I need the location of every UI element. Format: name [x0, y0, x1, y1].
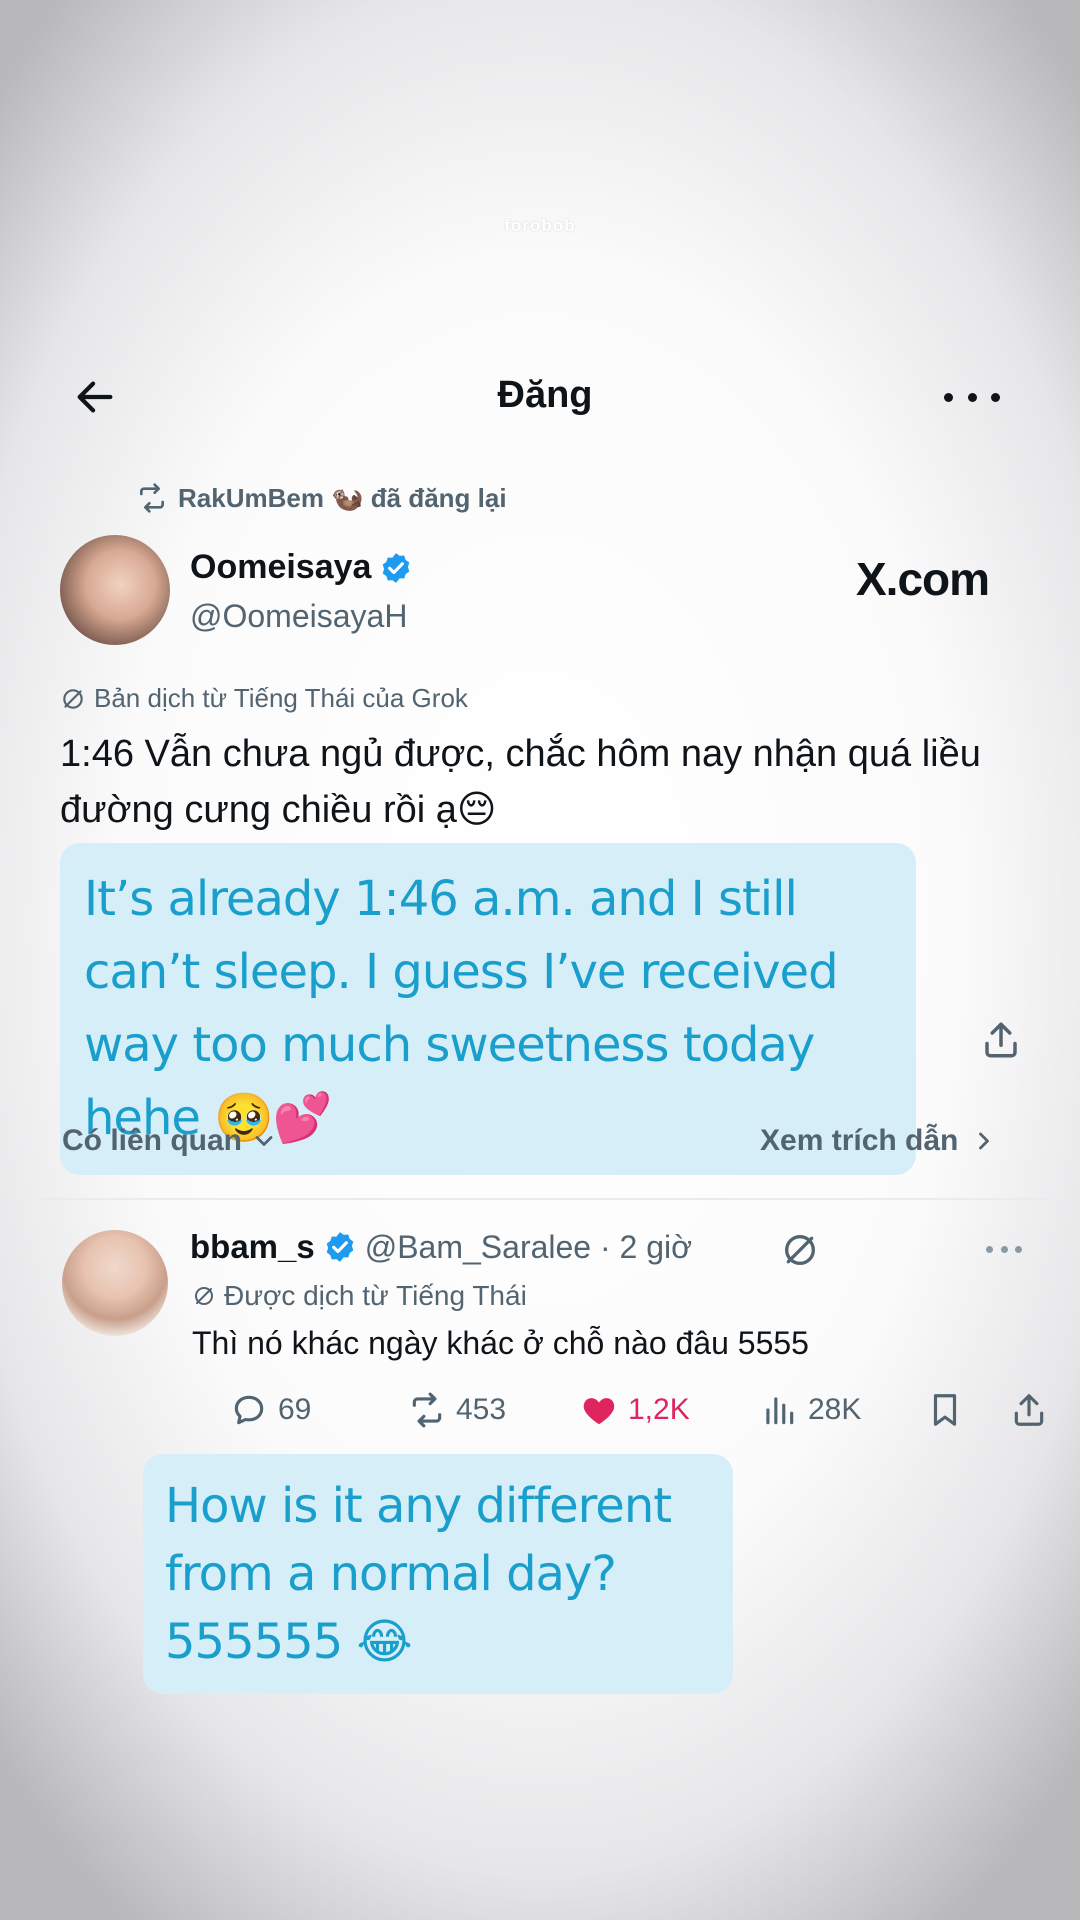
share-icon — [1014, 1394, 1044, 1426]
reply-translation-overlay: How is it any different from a normal da… — [143, 1454, 733, 1694]
views-icon — [766, 1397, 794, 1425]
reply-author[interactable]: bbam_s @Bam_Saralee · 2 giờ — [190, 1228, 692, 1266]
chevron-down-icon — [255, 1136, 273, 1146]
share-button[interactable] — [980, 1018, 1022, 1062]
repost-button[interactable]: 453 — [408, 1388, 506, 1432]
chevron-right-icon — [979, 1132, 990, 1150]
grok-translate-icon — [195, 1287, 213, 1305]
reply-button[interactable]: 69 — [230, 1388, 311, 1432]
repost-indicator[interactable]: RakUmBem 🦦 đã đăng lại — [136, 482, 507, 514]
reply-translation-note[interactable]: Được dịch từ Tiếng Thái — [192, 1280, 527, 1312]
verified-icon — [383, 552, 410, 583]
like-button[interactable]: 1,2K — [580, 1388, 690, 1432]
view-quotes-link[interactable]: Xem trích dẫn — [760, 1124, 998, 1158]
author-name[interactable]: Oomeisaya — [190, 548, 413, 587]
reply-actions: 69 453 1,2K 28K — [190, 1388, 1070, 1432]
repost-icon — [140, 483, 164, 513]
more-options-button[interactable] — [944, 382, 1000, 412]
reply-icon — [234, 1395, 264, 1425]
author-handle[interactable]: @OomeisayaH — [190, 598, 407, 635]
views-button[interactable]: 28K — [760, 1388, 861, 1432]
reply-meta: @Bam_Saralee · 2 giờ — [364, 1228, 693, 1265]
bookmark-button[interactable] — [926, 1388, 964, 1432]
related-dropdown[interactable]: Có liên quan — [62, 1124, 278, 1158]
share-icon — [985, 1022, 1017, 1058]
more-icon — [944, 392, 953, 402]
repost-icon — [412, 1392, 442, 1428]
more-icon — [986, 1246, 993, 1253]
screen: forobob Đăng RakUmBem 🦦 đã đăng lại Oome… — [0, 0, 1080, 1920]
watermark: forobob — [504, 216, 576, 235]
grok-translate-icon[interactable] — [780, 1230, 820, 1270]
heart-icon — [583, 1398, 615, 1425]
page-title: Đăng — [497, 374, 593, 416]
grok-translate-icon — [63, 688, 83, 709]
reply-more-button[interactable] — [986, 1246, 1022, 1254]
verified-icon — [326, 1232, 354, 1262]
repost-text: RakUmBem 🦦 đã đăng lại — [178, 482, 507, 513]
reply-text: Thì nó khác ngày khác ở chỗ nào đâu 5555 — [192, 1325, 809, 1361]
top-bar: Đăng — [0, 360, 1080, 430]
author-avatar[interactable] — [60, 535, 170, 645]
source-label: X.com — [856, 553, 990, 605]
reply-tweet[interactable]: bbam_s @Bam_Saralee · 2 giờ Được dịch từ… — [40, 1200, 1050, 1452]
translation-note[interactable]: Bản dịch từ Tiếng Thái của Grok — [60, 683, 468, 714]
share-button[interactable] — [1010, 1388, 1048, 1432]
bookmark-icon — [933, 1394, 957, 1426]
post-text: 1:46 Vẫn chưa ngủ được, chắc hôm nay nhậ… — [60, 733, 981, 831]
reply-avatar[interactable] — [62, 1230, 168, 1336]
